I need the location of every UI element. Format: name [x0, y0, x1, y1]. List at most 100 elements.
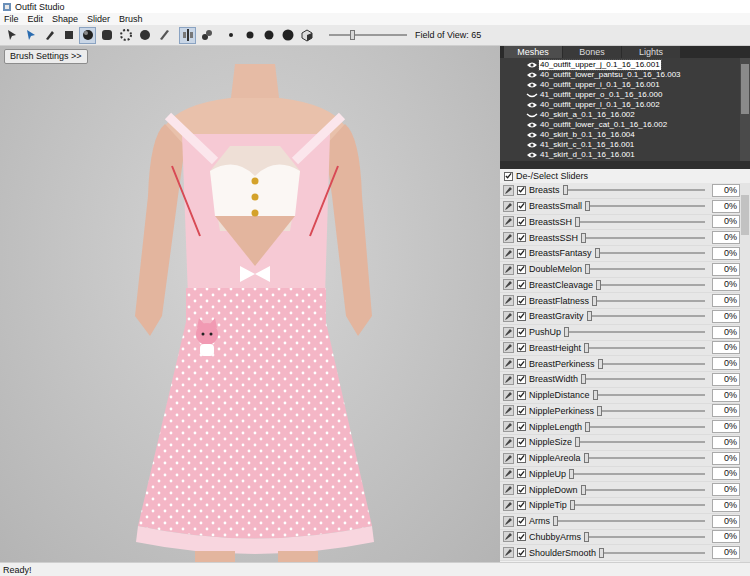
slider-checkbox[interactable]	[517, 375, 526, 384]
slider-value[interactable]: 0%	[712, 515, 740, 528]
mesh-row[interactable]: 41_outfit_upper_o_0.1_16_16.000	[526, 90, 740, 100]
slider-checkbox[interactable]	[517, 406, 526, 415]
edit-slider-button[interactable]	[503, 531, 514, 542]
slider-track[interactable]	[570, 499, 705, 511]
edit-slider-button[interactable]	[503, 390, 514, 401]
slider-thumb[interactable]	[587, 311, 592, 321]
slider-thumb[interactable]	[598, 359, 603, 369]
slider-thumb[interactable]	[584, 532, 589, 542]
edit-slider-button[interactable]	[503, 547, 514, 558]
edit-slider-button[interactable]	[503, 185, 514, 196]
edit-slider-button[interactable]	[503, 374, 514, 385]
slider-value[interactable]: 0%	[712, 483, 740, 496]
fov-slider-thumb[interactable]	[350, 30, 355, 40]
eye-icon[interactable]	[526, 151, 538, 159]
tool-button[interactable]	[155, 27, 172, 44]
slider-value[interactable]: 0%	[712, 278, 740, 291]
slider-checkbox[interactable]	[517, 548, 526, 557]
edit-slider-button[interactable]	[503, 216, 514, 227]
slider-thumb[interactable]	[584, 453, 589, 463]
slider-thumb[interactable]	[592, 296, 597, 306]
slider-track[interactable]	[569, 468, 705, 480]
slider-thumb[interactable]	[564, 327, 569, 337]
slider-track[interactable]	[584, 452, 705, 464]
slider-track[interactable]	[593, 389, 705, 401]
slider-thumb[interactable]	[563, 185, 568, 195]
edit-slider-button[interactable]	[503, 500, 514, 511]
slider-track[interactable]	[597, 405, 705, 417]
slider-thumb[interactable]	[584, 343, 589, 353]
tool-button[interactable]	[41, 27, 58, 44]
edit-slider-button[interactable]	[503, 437, 514, 448]
slider-track[interactable]	[581, 232, 705, 244]
slider-track[interactable]	[581, 373, 705, 385]
slider-checkbox[interactable]	[517, 485, 526, 494]
tool-button[interactable]	[136, 27, 153, 44]
slider-track[interactable]	[585, 263, 705, 275]
slider-checkbox[interactable]	[517, 233, 526, 242]
slider-checkbox[interactable]	[517, 501, 526, 510]
mesh-row[interactable]: 41_skirt_d_0.1_16_16.001	[526, 150, 740, 160]
mesh-row[interactable]: 40_outfit_upper_j_0.1_16_16.001	[526, 60, 740, 70]
slider-checkbox[interactable]	[517, 391, 526, 400]
slider-checkbox[interactable]	[517, 517, 526, 526]
edit-slider-button[interactable]	[503, 421, 514, 432]
slider-track[interactable]	[585, 421, 705, 433]
slider-value[interactable]: 0%	[712, 294, 740, 307]
slider-thumb[interactable]	[593, 390, 598, 400]
slider-thumb[interactable]	[597, 406, 602, 416]
3d-viewport[interactable]: Brush Settings >>	[0, 46, 500, 562]
eye-icon[interactable]	[526, 121, 538, 129]
edit-slider-button[interactable]	[503, 358, 514, 369]
outfit-model[interactable]	[0, 46, 500, 562]
menu-item[interactable]: Brush	[119, 13, 143, 25]
slider-value[interactable]: 0%	[712, 231, 740, 244]
edit-slider-button[interactable]	[503, 232, 514, 243]
edit-slider-button[interactable]	[503, 405, 514, 416]
slider-value[interactable]: 0%	[712, 310, 740, 323]
edit-slider-button[interactable]	[503, 327, 514, 338]
slider-thumb[interactable]	[585, 201, 590, 211]
tab[interactable]: Meshes	[504, 46, 562, 58]
slider-checkbox[interactable]	[517, 422, 526, 431]
slider-track[interactable]	[575, 436, 705, 448]
eye-icon[interactable]	[526, 141, 538, 149]
slider-value[interactable]: 0%	[712, 404, 740, 417]
tool-button[interactable]	[98, 27, 115, 44]
slider-track[interactable]	[563, 184, 705, 196]
tool-button[interactable]	[260, 27, 277, 44]
slider-value[interactable]: 0%	[712, 326, 740, 339]
tool-button[interactable]	[298, 27, 315, 44]
edit-slider-button[interactable]	[503, 484, 514, 495]
edit-slider-button[interactable]	[503, 264, 514, 275]
edit-slider-button[interactable]	[503, 453, 514, 464]
edit-slider-button[interactable]	[503, 295, 514, 306]
slider-thumb[interactable]	[569, 469, 574, 479]
edit-slider-button[interactable]	[503, 311, 514, 322]
slider-value[interactable]: 0%	[712, 467, 740, 480]
tool-button[interactable]	[3, 27, 20, 44]
slider-thumb[interactable]	[585, 264, 590, 274]
slider-value[interactable]: 0%	[712, 263, 740, 276]
slider-track[interactable]	[575, 216, 705, 228]
slider-value[interactable]: 0%	[712, 247, 740, 260]
eye-closed-icon[interactable]	[526, 111, 538, 119]
edit-slider-button[interactable]	[503, 468, 514, 479]
mesh-row[interactable]: 40_outfit_lower_cat_0.1_16_16.002	[526, 120, 740, 130]
slider-thumb[interactable]	[575, 437, 580, 447]
brush-settings-button[interactable]: Brush Settings >>	[4, 49, 88, 64]
slider-track[interactable]	[596, 279, 705, 291]
mesh-row[interactable]: 40_outfit_upper_l_0.1_16_16.002	[526, 100, 740, 110]
slider-thumb[interactable]	[585, 422, 590, 432]
edit-slider-button[interactable]	[503, 516, 514, 527]
slider-value[interactable]: 0%	[712, 184, 740, 197]
mesh-row[interactable]: 40_outfit_lower_pantsu_0.1_16_16.003	[526, 70, 740, 80]
menu-item[interactable]: File	[4, 13, 19, 25]
eye-closed-icon[interactable]	[526, 91, 538, 99]
eye-icon[interactable]	[526, 131, 538, 139]
slider-track[interactable]	[584, 531, 705, 543]
eye-icon[interactable]	[526, 81, 538, 89]
slider-checkbox[interactable]	[517, 343, 526, 352]
slider-track[interactable]	[595, 247, 705, 259]
slider-thumb[interactable]	[599, 548, 604, 558]
